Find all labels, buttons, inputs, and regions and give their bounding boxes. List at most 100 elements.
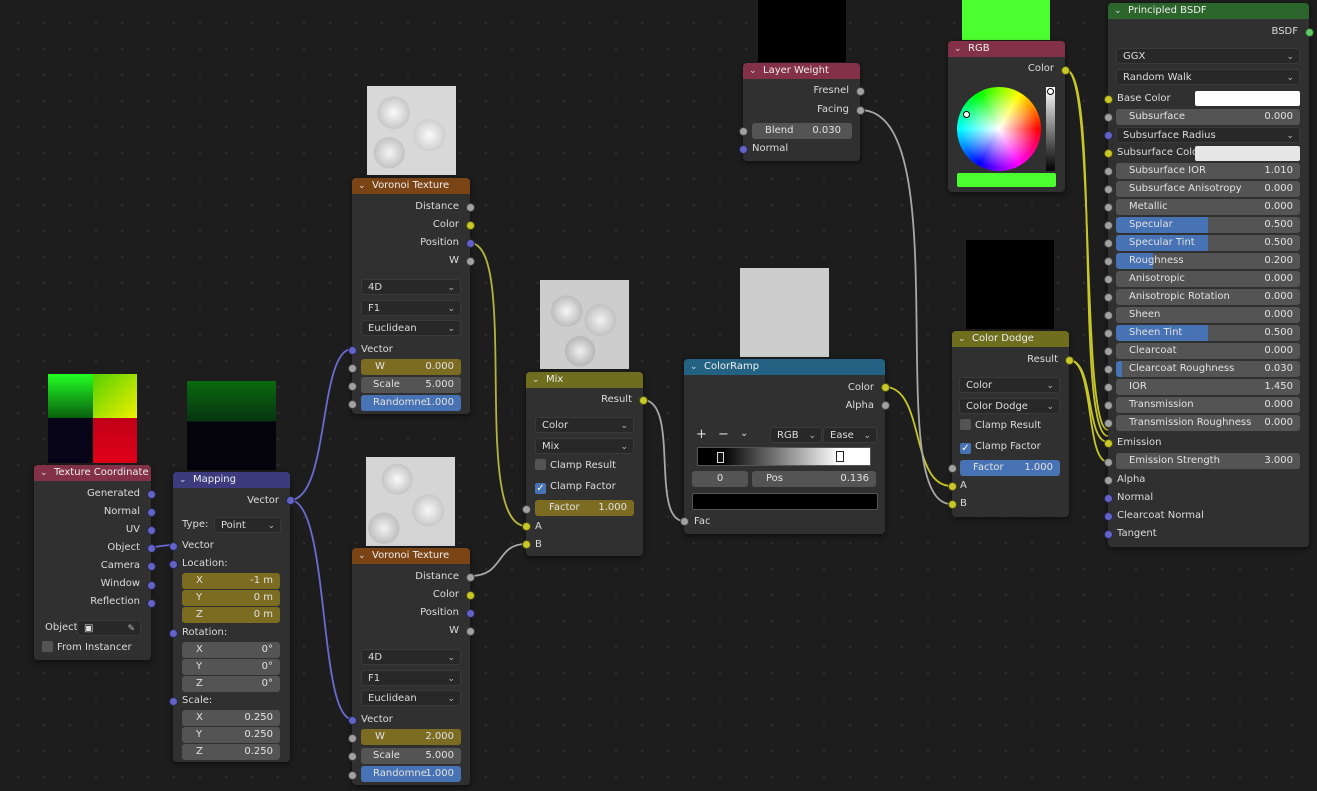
color-mode-dropdown[interactable]: RGB ⌄ (770, 427, 822, 443)
socket-v2-scale-in[interactable] (348, 752, 357, 761)
bsdf-field-sheen[interactable]: Sheen 0.000 (1116, 307, 1300, 323)
data-type-dropdown[interactable]: Color ⌄ (535, 417, 634, 433)
position-field[interactable]: Pos 0.136 (752, 471, 876, 487)
socket-bsdf-in[interactable] (1104, 149, 1113, 158)
bsdf-field-ior[interactable]: IOR 1.450 (1116, 379, 1300, 395)
socket-v2-vector-in[interactable] (348, 716, 357, 725)
socket-v2-color[interactable] (466, 591, 475, 600)
socket-bsdf-in[interactable] (1104, 221, 1113, 230)
color-stop-handle-active[interactable] (836, 451, 844, 462)
rotation-y-field[interactable]: Y 0° (182, 659, 280, 675)
collapse-chevron-icon[interactable]: ⌄ (179, 472, 187, 488)
socket-v1-position[interactable] (466, 239, 475, 248)
stop-index-field[interactable]: 0 (692, 471, 748, 487)
bsdf-field-roughness[interactable]: Roughness 0.200 (1116, 253, 1300, 269)
color-stop-handle[interactable] (717, 452, 724, 463)
w-field[interactable]: W 0.000 (361, 359, 461, 375)
eyedropper-icon[interactable]: ✎ (127, 621, 135, 637)
node-header[interactable]: ⌄ Texture Coordinate (34, 465, 151, 481)
socket-bsdf-in[interactable] (1104, 95, 1113, 104)
node-header[interactable]: ⌄ Mix (526, 372, 643, 388)
collapse-chevron-icon[interactable]: ⌄ (958, 331, 966, 347)
randomness-field[interactable]: Randomne 1.000 (361, 395, 461, 411)
socket-bsdf-in[interactable] (1104, 185, 1113, 194)
scale-y-field[interactable]: Y 0.250 (182, 727, 280, 743)
socket-bsdf-in[interactable] (1104, 239, 1113, 248)
socket-bsdf-in[interactable] (1104, 512, 1113, 521)
mapping-node[interactable]: ⌄ Mapping Vector Type: Point ⌄ Vector Loc… (173, 472, 290, 762)
collapse-chevron-icon[interactable]: ⌄ (749, 63, 757, 79)
socket-bsdf-in[interactable] (1104, 167, 1113, 176)
socket-bsdf-in[interactable] (1104, 257, 1113, 266)
socket-bsdf-in[interactable] (1104, 365, 1113, 374)
socket-lw-blend[interactable] (739, 127, 748, 136)
socket-mix-result[interactable] (639, 396, 648, 405)
texture-coordinate-node[interactable]: ⌄ Texture Coordinate Generated Normal UV… (34, 465, 151, 660)
bsdf-field-metallic[interactable]: Metallic 0.000 (1116, 199, 1300, 215)
socket-bsdf-in[interactable] (1104, 329, 1113, 338)
color-wheel[interactable] (957, 87, 1041, 171)
color-picker-cursor[interactable] (963, 111, 970, 118)
socket-ramp-alpha[interactable] (881, 401, 890, 410)
socket-bsdf-in[interactable] (1104, 293, 1113, 302)
scale-field[interactable]: Scale 5.000 (361, 377, 461, 393)
socket-mix-factor[interactable] (522, 505, 531, 514)
socket-bsdf-in[interactable] (1104, 458, 1113, 467)
stop-color-swatch[interactable] (692, 493, 878, 510)
socket-dodge-a[interactable] (948, 482, 957, 491)
bsdf-field-anisotropic-rotation[interactable]: Anisotropic Rotation 0.000 (1116, 289, 1300, 305)
socket-lw-fresnel[interactable] (856, 87, 865, 96)
socket-mix-a[interactable] (522, 522, 531, 531)
bsdf-field-subsurface-ior[interactable]: Subsurface IOR 1.010 (1116, 163, 1300, 179)
collapse-chevron-icon[interactable]: ⌄ (954, 41, 962, 57)
checkbox-box[interactable] (42, 641, 53, 652)
factor-field[interactable]: Factor 1.000 (535, 500, 634, 516)
socket-v2-rand-in[interactable] (348, 771, 357, 780)
remove-stop-icon[interactable]: − (718, 427, 729, 442)
socket-lw-facing[interactable] (856, 106, 865, 115)
add-stop-icon[interactable]: + (696, 427, 707, 442)
socket-bsdf-in[interactable] (1104, 131, 1113, 140)
scale-field[interactable]: Scale 5.000 (361, 748, 461, 764)
node-header[interactable]: ⌄ Layer Weight (743, 63, 860, 79)
socket-bsdf-in[interactable] (1104, 476, 1113, 485)
socket-mapping-in-vector[interactable] (169, 542, 178, 551)
voronoi-texture-node-2[interactable]: ⌄ Voronoi Texture Distance Color Positio… (352, 548, 470, 785)
randomness-field[interactable]: Randomne 1.000 (361, 766, 461, 782)
checkmark-icon[interactable]: ✓ (960, 443, 971, 454)
collapse-chevron-icon[interactable]: ⌄ (358, 178, 366, 194)
socket-normal[interactable] (147, 508, 156, 517)
socket-v1-scale-in[interactable] (348, 382, 357, 391)
bsdf-field-subsurface[interactable]: Subsurface 0.000 (1116, 109, 1300, 125)
clamp-result-checkbox[interactable]: Clamp Result (535, 458, 616, 474)
node-header[interactable]: ⌄ ColorRamp (684, 359, 885, 375)
subsurface-color-swatch[interactable] (1195, 146, 1300, 161)
socket-bsdf-in[interactable] (1104, 275, 1113, 284)
subsurface-radius-dropdown[interactable]: Subsurface Radius ⌄ (1116, 127, 1300, 143)
scale-x-field[interactable]: X 0.250 (182, 710, 280, 726)
socket-v1-rand-in[interactable] (348, 400, 357, 409)
socket-mapping-scale[interactable] (169, 697, 178, 706)
socket-dodge-b[interactable] (948, 500, 957, 509)
socket-lw-normal[interactable] (739, 145, 748, 154)
dimension-dropdown[interactable]: 4D ⌄ (361, 649, 461, 665)
socket-v1-distance[interactable] (466, 203, 475, 212)
bsdf-field-clearcoat[interactable]: Clearcoat 0.000 (1116, 343, 1300, 359)
checkbox-box[interactable] (535, 459, 546, 470)
bsdf-field-sheen-tint[interactable]: Sheen Tint 0.500 (1116, 325, 1300, 341)
bsdf-field-transmission[interactable]: Transmission 0.000 (1116, 397, 1300, 413)
rotation-z-field[interactable]: Z 0° (182, 676, 280, 692)
socket-v2-position[interactable] (466, 609, 475, 618)
collapse-chevron-icon[interactable]: ⌄ (40, 465, 48, 481)
collapse-chevron-icon[interactable]: ⌄ (690, 359, 698, 375)
bsdf-field-clearcoat-roughness[interactable]: Clearcoat Roughness 0.030 (1116, 361, 1300, 377)
socket-mapping-location[interactable] (169, 560, 178, 569)
from-instancer-checkbox[interactable]: From Instancer (42, 640, 132, 656)
checkbox-box[interactable] (960, 419, 971, 430)
socket-bsdf-in[interactable] (1104, 439, 1113, 448)
node-header[interactable]: ⌄ RGB (948, 41, 1065, 57)
collapse-chevron-icon[interactable]: ⌄ (358, 548, 366, 564)
socket-camera[interactable] (147, 562, 156, 571)
location-z-field[interactable]: Z0 m (182, 607, 280, 623)
value-slider[interactable] (1046, 87, 1055, 171)
